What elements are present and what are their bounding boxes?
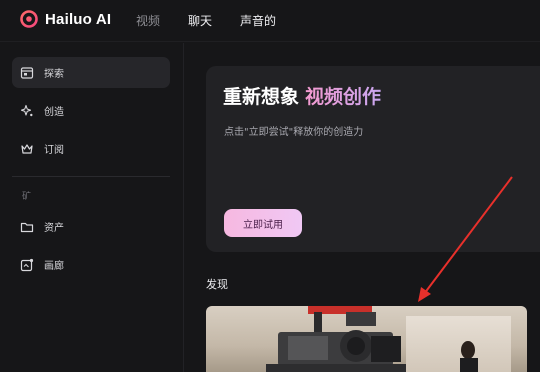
sidebar-item-assets[interactable]: 资产 — [12, 211, 170, 242]
sidebar-item-label: 订阅 — [44, 145, 64, 156]
camera-rig-image — [266, 306, 478, 372]
sidebar-divider — [12, 176, 170, 177]
sidebar-item-explore[interactable]: 探索 — [12, 57, 170, 88]
logo[interactable]: Hailuo AI — [20, 10, 111, 28]
tab-voice[interactable]: 声音的 — [240, 12, 276, 29]
sidebar-item-label: 探索 — [44, 69, 64, 80]
video-thumbnail[interactable] — [206, 306, 527, 372]
hero-banner: 重新想象 视频创作 点击"立即尝试"释放你的创造力 立即试用 — [206, 66, 540, 252]
hero-title-accent: 视频创作 — [305, 86, 382, 108]
hailuo-logo-icon — [20, 10, 38, 28]
tab-video[interactable]: 视频 — [136, 12, 160, 29]
sidebar-item-gallery[interactable]: 画廊 — [12, 249, 170, 280]
discover-heading: 发现 — [206, 278, 228, 291]
hero-subtitle: 点击"立即尝试"释放你的创造力 — [224, 127, 364, 138]
crown-icon — [21, 143, 33, 154]
calendar-icon — [20, 66, 34, 79]
sidebar-item-label: 创造 — [44, 107, 64, 118]
top-bar: Hailuo AI 视频 聊天 声音的 — [0, 0, 540, 42]
sidebar: 探索 创造 订阅 矿 资产 画廊 — [0, 43, 184, 372]
sidebar-item-label: 画廊 — [44, 261, 64, 272]
hero-title-main: 重新想象 — [223, 86, 300, 108]
sidebar-section-mine: 矿 — [22, 192, 32, 202]
gallery-icon — [20, 258, 34, 271]
logo-text: Hailuo AI — [45, 10, 112, 28]
sidebar-item-subscribe[interactable]: 订阅 — [12, 133, 170, 164]
sparkle-icon — [20, 104, 33, 116]
sidebar-item-label: 资产 — [44, 223, 64, 234]
sidebar-item-create[interactable]: 创造 — [12, 95, 170, 126]
folder-icon — [20, 222, 34, 232]
hero-title: 重新想象 视频创作 — [223, 82, 381, 109]
main-content: 重新想象 视频创作 点击"立即尝试"释放你的创造力 立即试用 发现 — [185, 43, 540, 372]
try-now-button[interactable]: 立即试用 — [224, 209, 302, 237]
tab-chat[interactable]: 聊天 — [188, 12, 212, 29]
